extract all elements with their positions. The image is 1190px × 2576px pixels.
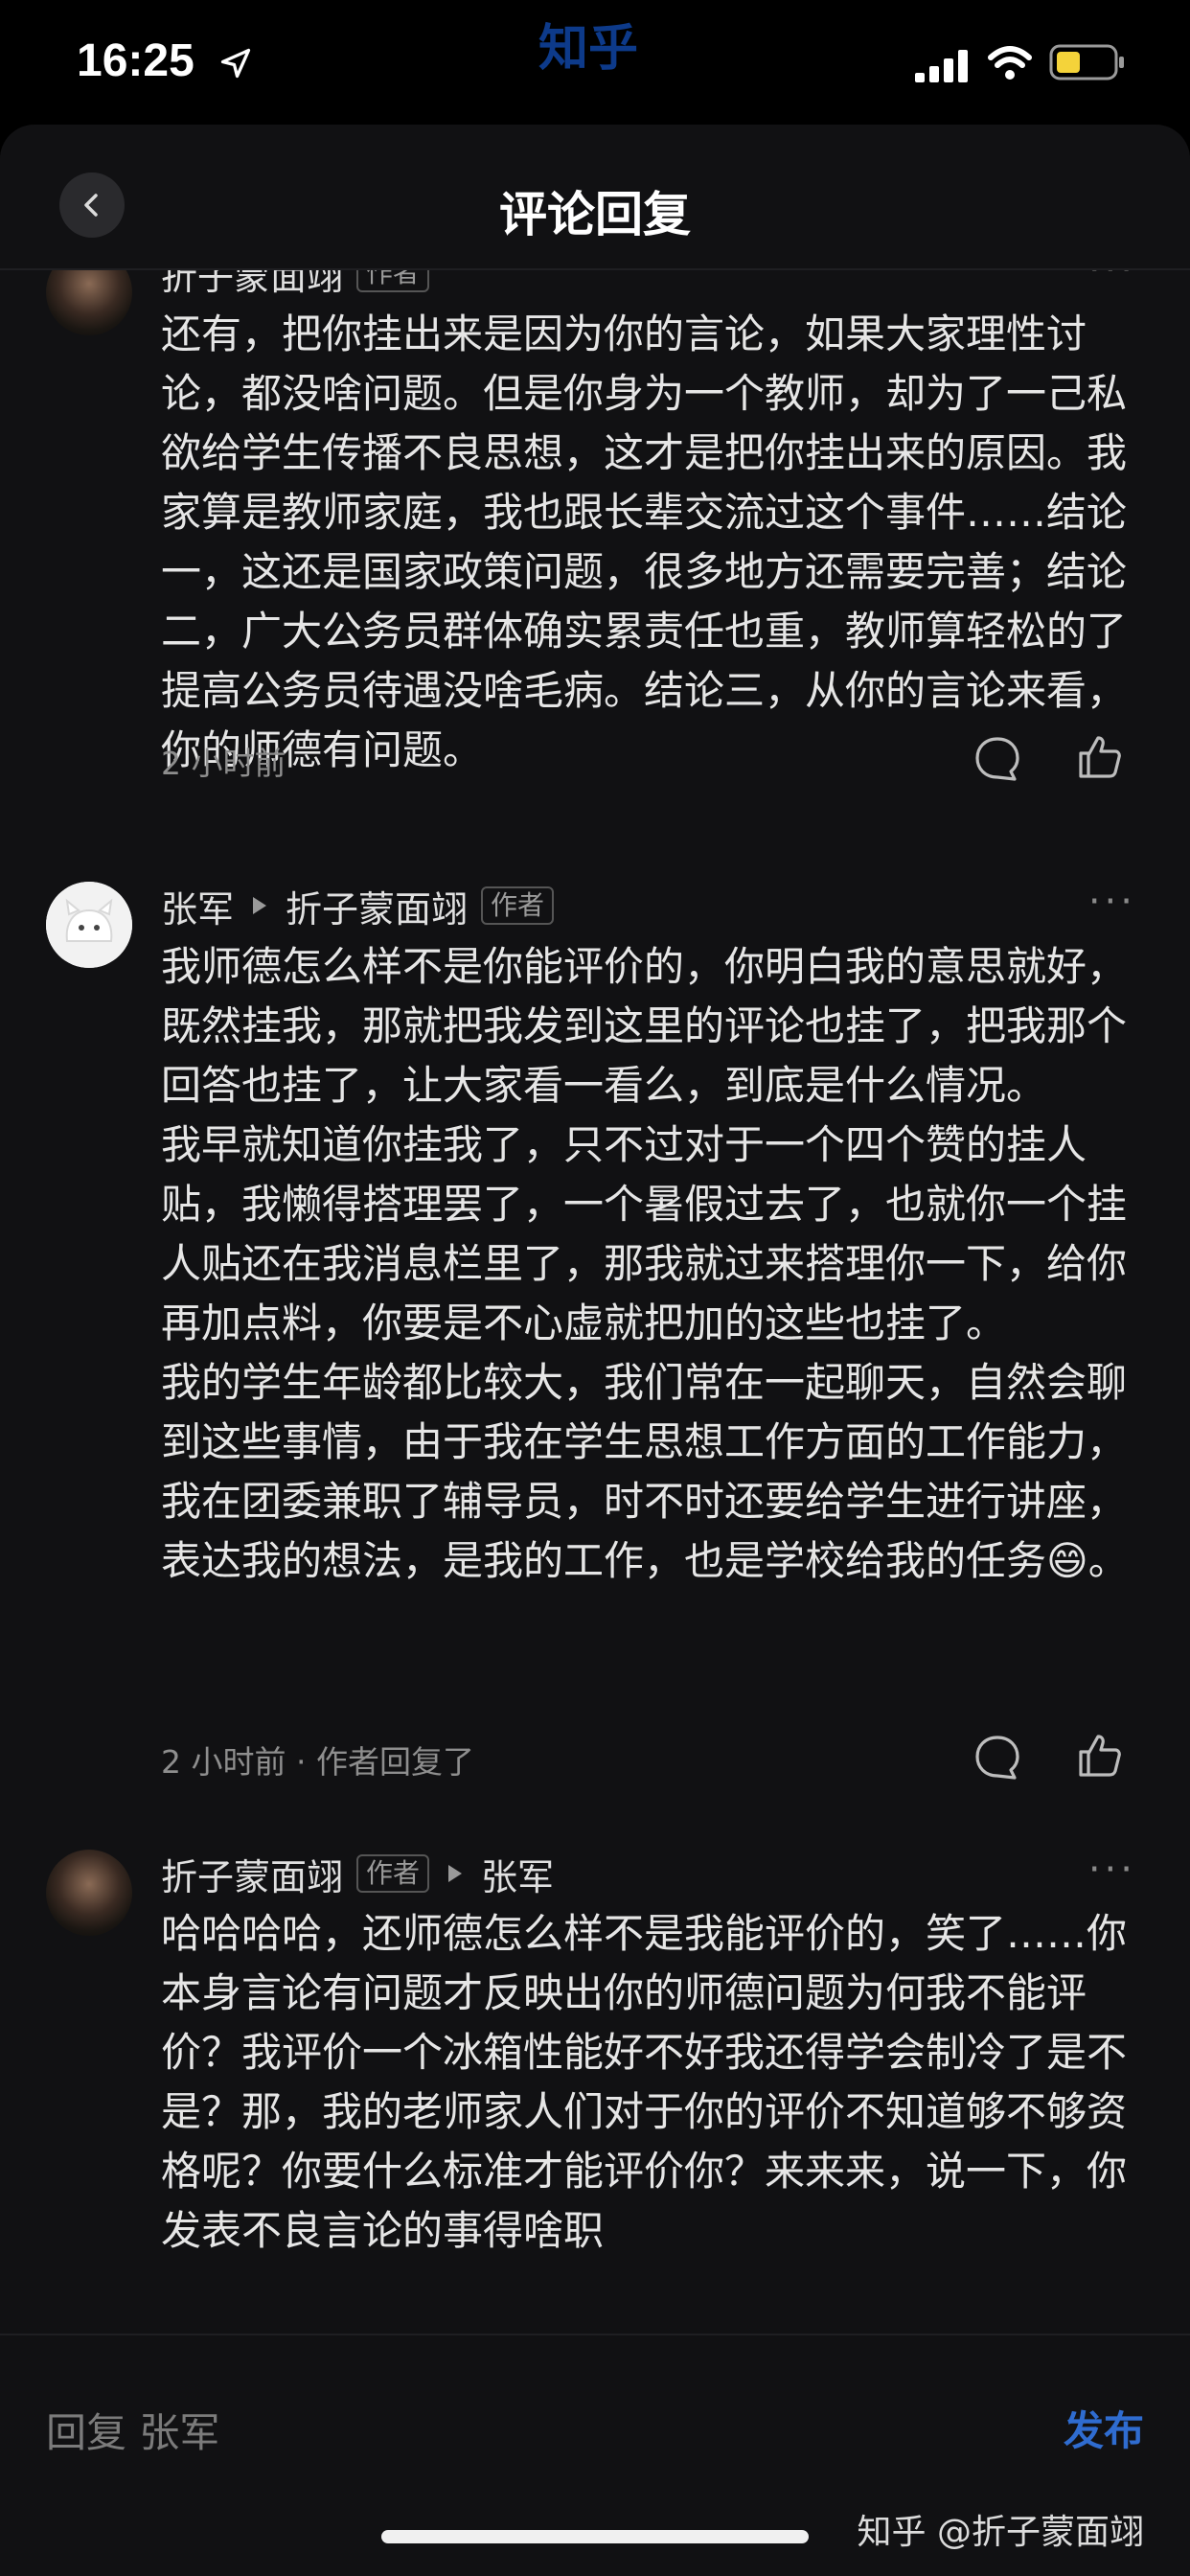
publish-button[interactable]: 发布 [1064, 2399, 1144, 2457]
comment-meta: 折子蒙面翊 作者 [161, 268, 430, 300]
comment-text: 我师德怎么样不是你能评价的，你明白我的意思就好，既然挂我，那就把我发到这里的评论… [161, 937, 1138, 1591]
avatar[interactable] [46, 268, 132, 335]
author-name[interactable]: 折子蒙面翊 [161, 1848, 343, 1900]
battery-icon [1049, 44, 1124, 80]
zhihu-watermark: 知乎 [538, 20, 639, 78]
reply-arrow-icon [448, 1865, 463, 1882]
location-arrow-icon [220, 48, 251, 79]
comment-text: 哈哈哈哈，还师德怎么样不是我能评价的，笑了……你本身言论有问题才反映出你的师德问… [161, 1910, 1128, 2254]
comment-meta: 张军 折子蒙面翊 作者 [161, 880, 555, 932]
comment-paragraph: 我早就知道你挂我了，只不过对于一个四个赞的挂人贴，我懒得搭理罢了，一个暑假过去了… [161, 1121, 1128, 1346]
comment-time: 2 小时前 [161, 745, 286, 782]
author-badge: 作者 [356, 1854, 430, 1893]
author-name[interactable]: 张军 [161, 880, 234, 932]
more-icon[interactable]: ··· [1088, 1848, 1136, 1892]
reply-to-name[interactable]: 折子蒙面翊 [286, 880, 468, 932]
comment-meta: 折子蒙面翊 作者 张军 [161, 1850, 554, 1898]
comment-paragraph: 我的学生年龄都比较大，我们常在一起聊天，自然会聊到这些事情，由于我在学生思想工作… [161, 1359, 1129, 1584]
thumbs-up-icon[interactable] [1075, 1731, 1125, 1781]
comment-bubble-icon[interactable] [973, 734, 1022, 784]
comment-list[interactable]: 折子蒙面翊 作者 ··· 还有，把你挂出来是因为你的言论，如果大家理性讨论，都没… [0, 268, 1190, 2334]
avatar[interactable] [46, 1850, 132, 1936]
more-icon[interactable]: ··· [1088, 268, 1136, 291]
default-avatar-icon [46, 882, 132, 968]
thumbs-up-icon[interactable] [1075, 732, 1125, 782]
wifi-icon [988, 46, 1032, 80]
home-indicator[interactable] [381, 2530, 809, 2543]
avatar[interactable] [46, 882, 132, 968]
page-title: 评论回复 [499, 187, 691, 242]
reply-to-name[interactable]: 张军 [481, 1848, 554, 1900]
zhihu-watermark: 知乎 @折子蒙面翊 [857, 2513, 1144, 2552]
status-time: 16:25 [77, 35, 195, 86]
sheet-header: 评论回复 [0, 125, 1190, 270]
status-bar: 16:25 知乎 [0, 0, 1190, 125]
comment-reply-sheet: 评论回复 折子蒙面翊 作者 ··· 还有，把你挂出来是因为你的言论，如果大家理性… [0, 125, 1190, 2576]
comment-text: 还有，把你挂出来是因为你的言论，如果大家理性讨论，都没啥问题。但是你身为一个教师… [161, 310, 1128, 773]
comment-paragraph: 我师德怎么样不是你能评价的，你明白我的意思就好，既然挂我，那就把我发到这里的评论… [161, 943, 1128, 1109]
signal-icon [915, 50, 968, 82]
comment-time: 2 小时前 · 作者回复了 [161, 1743, 474, 1781]
reply-arrow-icon [253, 897, 267, 914]
author-replied-status: 作者回复了 [315, 1743, 474, 1781]
comment-bubble-icon[interactable] [973, 1733, 1022, 1782]
author-name[interactable]: 折子蒙面翊 [161, 268, 343, 300]
author-badge: 作者 [481, 886, 555, 925]
more-icon[interactable]: ··· [1088, 880, 1136, 924]
reply-input[interactable]: 回复 张军 [46, 2401, 219, 2459]
author-badge: 作者 [356, 268, 430, 292]
